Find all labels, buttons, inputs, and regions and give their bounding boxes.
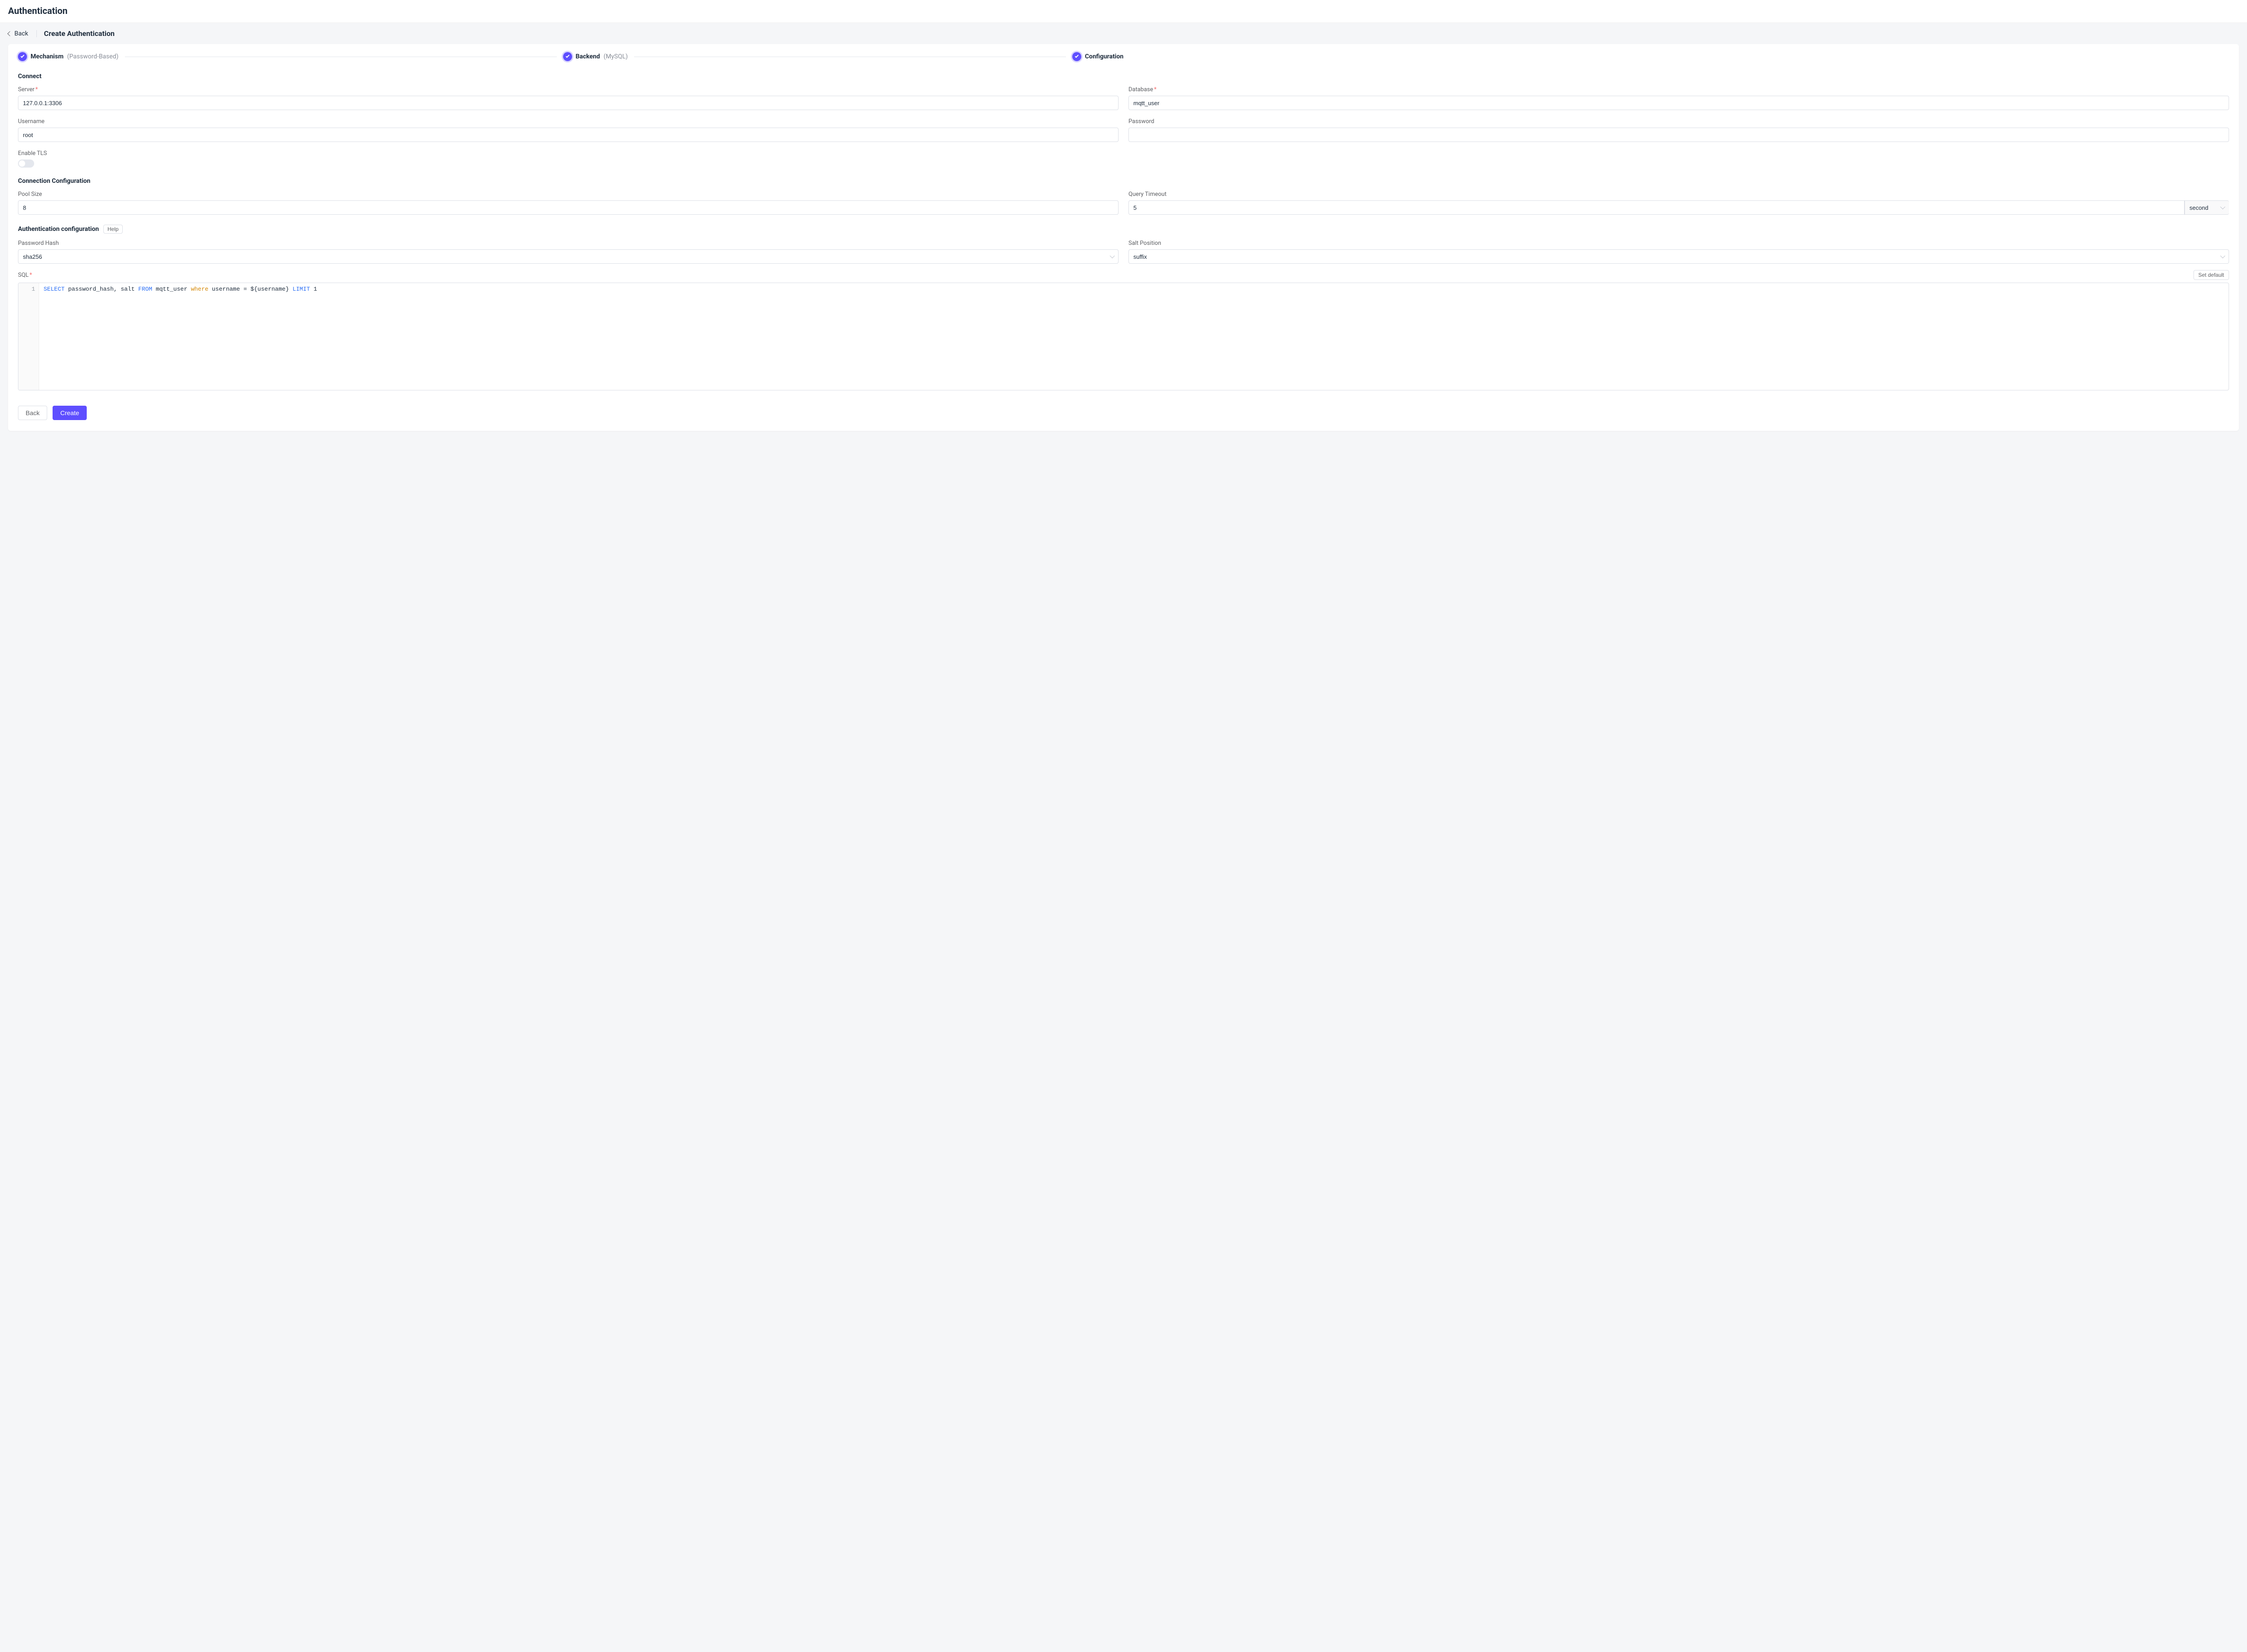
query-timeout-label: Query Timeout [1128, 191, 2229, 198]
pool-size-input[interactable] [18, 200, 1119, 215]
step-title: Configuration [1085, 53, 1124, 60]
database-label: Database* [1128, 86, 2229, 93]
back-link-label: Back [14, 30, 28, 37]
auth-cfg-heading-text: Authentication configuration [18, 226, 99, 233]
step-backend[interactable]: Backend (MySQL) [563, 52, 628, 61]
query-timeout-unit-value [2185, 200, 2229, 215]
page-title: Authentication [8, 5, 2239, 16]
field-query-timeout: Query Timeout [1128, 191, 2229, 215]
check-icon [563, 52, 572, 61]
config-card: Mechanism (Password-Based) Backend (MySQ… [8, 44, 2239, 431]
query-timeout-input[interactable] [1128, 200, 2184, 215]
password-hash-label: Password Hash [18, 240, 1119, 247]
chevron-left-icon [7, 31, 12, 36]
field-enable-tls: Enable TLS [18, 150, 2229, 168]
sql-label: SQL* [18, 272, 32, 279]
username-label: Username [18, 118, 1119, 125]
sql-editor[interactable]: 1 SELECT password_hash, salt FROM mqtt_u… [18, 283, 2229, 390]
database-input[interactable] [1128, 96, 2229, 110]
section-heading-auth-cfg: Authentication configuration Help [18, 225, 2229, 234]
step-indicator: Mechanism (Password-Based) Backend (MySQ… [18, 52, 1124, 61]
step-title: Backend [576, 53, 600, 60]
line-gutter: 1 [18, 283, 39, 390]
conn-cfg-form: Pool Size Query Timeout [18, 191, 2229, 215]
field-password: Password [1128, 118, 2229, 142]
section-heading-connect: Connect [18, 73, 2229, 80]
create-button[interactable]: Create [53, 406, 87, 420]
field-server: Server* [18, 86, 1119, 110]
server-label: Server* [18, 86, 1119, 93]
section-heading-conn-cfg: Connection Configuration [18, 177, 2229, 185]
salt-position-select[interactable] [1128, 249, 2229, 264]
tls-label: Enable TLS [18, 150, 2229, 157]
sql-header: SQL* Set default [18, 270, 2229, 280]
field-salt-position: Salt Position [1128, 240, 2229, 264]
tls-toggle[interactable] [18, 159, 34, 168]
set-default-button[interactable]: Set default [2194, 270, 2229, 280]
step-configuration[interactable]: Configuration [1072, 52, 1124, 61]
subpage-title: Create Authentication [44, 29, 115, 38]
password-hash-value [18, 249, 1119, 264]
connect-form: Server* Database* Username Password Enab… [18, 86, 2229, 168]
step-subtitle: (Password-Based) [67, 53, 118, 60]
pool-size-label: Pool Size [18, 191, 1119, 198]
password-hash-select[interactable] [18, 249, 1119, 264]
step-mechanism[interactable]: Mechanism (Password-Based) [18, 52, 119, 61]
step-title: Mechanism [31, 53, 63, 60]
sql-code[interactable]: SELECT password_hash, salt FROM mqtt_use… [39, 283, 2229, 390]
breadcrumb: Back Create Authentication [0, 23, 2247, 44]
password-label: Password [1128, 118, 2229, 125]
help-button[interactable]: Help [103, 225, 123, 234]
salt-position-value [1128, 249, 2229, 264]
step-subtitle: (MySQL) [604, 53, 628, 60]
field-username: Username [18, 118, 1119, 142]
field-pool-size: Pool Size [18, 191, 1119, 215]
salt-position-label: Salt Position [1128, 240, 2229, 247]
back-link[interactable]: Back [8, 30, 37, 37]
footer-buttons: Back Create [18, 406, 2229, 420]
query-timeout-unit-select[interactable] [2184, 200, 2229, 215]
username-input[interactable] [18, 128, 1119, 142]
server-input[interactable] [18, 96, 1119, 110]
check-icon [18, 52, 27, 61]
check-icon [1072, 52, 1081, 61]
auth-cfg-form: Password Hash Salt Position [18, 240, 2229, 264]
field-database: Database* [1128, 86, 2229, 110]
page-header: Authentication [0, 0, 2247, 23]
password-input[interactable] [1128, 128, 2229, 142]
back-button[interactable]: Back [18, 406, 47, 420]
content-area: Back Create Authentication Mechanism (Pa… [0, 23, 2247, 1652]
field-password-hash: Password Hash [18, 240, 1119, 264]
